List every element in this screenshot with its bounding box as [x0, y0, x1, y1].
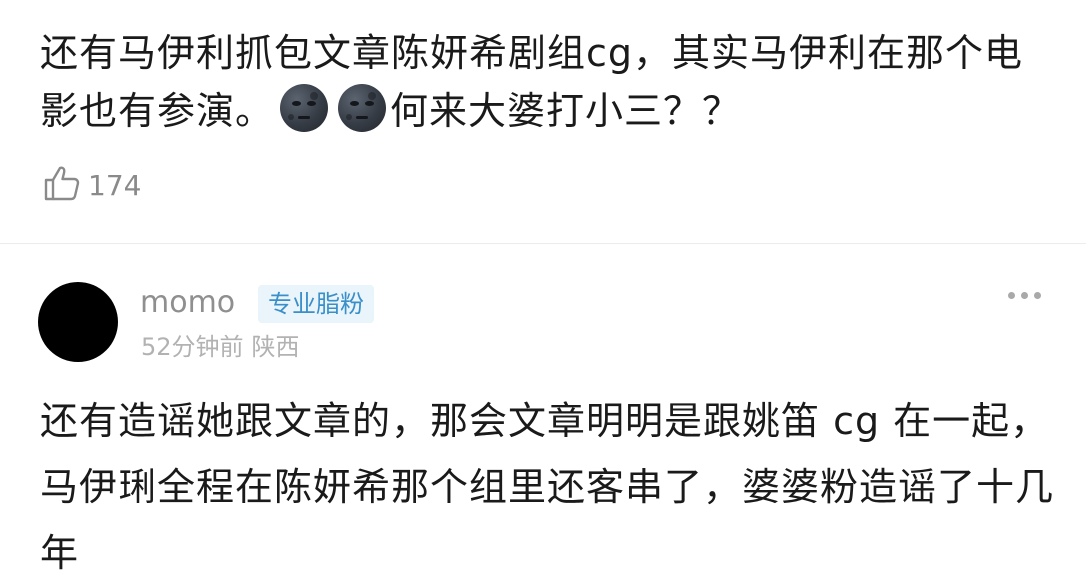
like-count: 174 — [88, 168, 142, 202]
reply-meta: 52分钟前 陕西 — [141, 331, 300, 363]
post-text-part2: 何来大婆打小三？？ — [390, 89, 742, 133]
fan-badge[interactable]: 专业脂粉 — [258, 285, 374, 323]
new-moon-face-icon — [280, 84, 329, 132]
timestamp: 52分钟前 — [141, 333, 244, 361]
location: 陕西 — [251, 333, 300, 361]
like-button[interactable]: 174 — [42, 164, 141, 206]
more-icon — [1008, 292, 1041, 299]
thumbs-up-icon — [42, 163, 82, 207]
reply-text: 还有造谣她跟文章的，那会文章明明是跟姚笛 cg 在一起，马伊琍全程在陈妍希那个组… — [40, 399, 1055, 575]
username[interactable]: momo — [140, 283, 235, 323]
post-text: 还有马伊利抓包文章陈妍希剧组cg，其实马伊利在那个电影也有参演。 何来大婆打小三？… — [40, 24, 1050, 140]
avatar[interactable] — [38, 282, 118, 362]
more-options-button[interactable] — [1008, 292, 1041, 299]
divider — [0, 243, 1086, 244]
new-moon-face-icon — [338, 84, 387, 132]
